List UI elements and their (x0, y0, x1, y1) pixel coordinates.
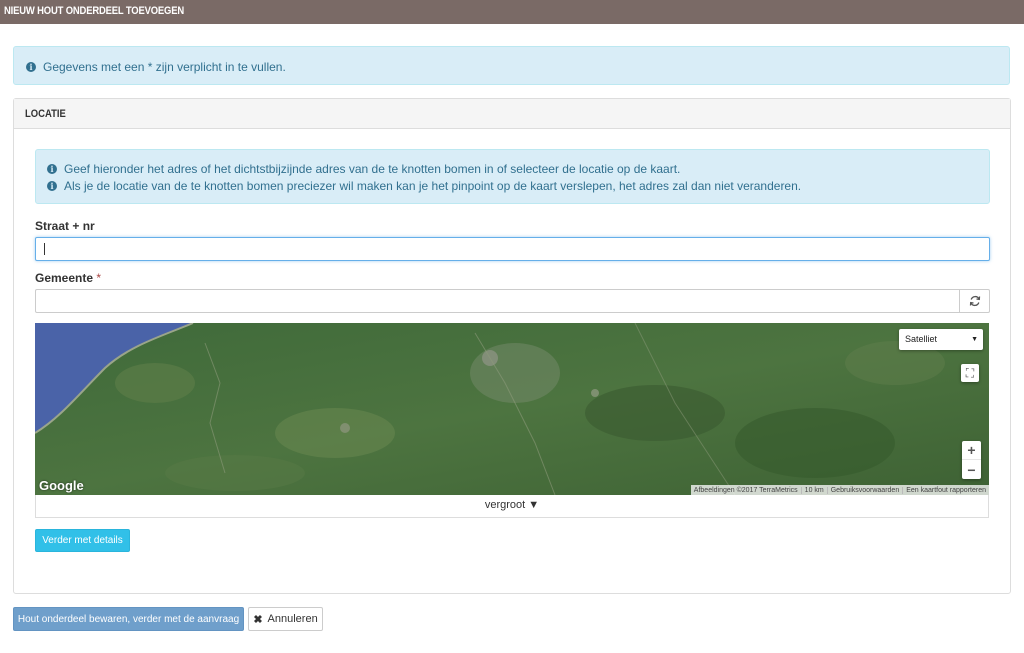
municipality-label-text: Gemeente (35, 271, 94, 285)
street-input[interactable] (35, 237, 990, 261)
info-line-1: Geef hieronder het adres of het dichtstb… (64, 162, 681, 176)
zoom-in-button[interactable]: + (962, 441, 981, 460)
location-panel: LOCATIE i Geef hieronder het adres of he… (13, 98, 1011, 594)
map-expand-toggle[interactable]: vergroot ▼ (35, 495, 989, 518)
location-info-alert: i Geef hieronder het adres of het dichts… (35, 149, 990, 204)
map-attribution: Afbeeldingen ©2017 TerraMetrics 10 km Ge… (690, 485, 989, 495)
cancel-label: Annuleren (267, 613, 318, 625)
required-mark: * (96, 271, 102, 285)
municipality-label: Gemeente * (35, 271, 101, 285)
required-fields-notice: i Gegevens met een * zijn verplicht in t… (13, 46, 1010, 85)
refresh-button[interactable] (960, 289, 990, 313)
attribution-terms-link[interactable]: Gebruiksvoorwaarden (826, 486, 902, 494)
google-logo: Google (39, 478, 84, 493)
save-button[interactable]: Hout onderdeel bewaren, verder met de aa… (13, 607, 244, 631)
notice-text: Gegevens met een * zijn verplicht in te … (43, 60, 286, 74)
map-type-select[interactable]: Satelliet ▼ (899, 329, 983, 350)
street-label: Straat + nr (35, 219, 95, 233)
info-icon: i (47, 164, 57, 174)
fullscreen-button[interactable]: ⛶ (961, 364, 979, 382)
attribution-imagery: Afbeeldingen ©2017 TerraMetrics (693, 486, 798, 494)
panel-title: LOCATIE (25, 108, 66, 120)
location-map[interactable]: Satelliet ▼ ⛶ + − Google Afbeeldingen ©2… (35, 323, 989, 495)
fullscreen-icon: ⛶ (965, 365, 975, 380)
text-caret (44, 243, 45, 255)
municipality-input[interactable] (35, 289, 960, 313)
title-bar: NIEUW HOUT ONDERDEEL TOEVOEGEN (0, 0, 1024, 24)
panel-header: LOCATIE (14, 99, 1010, 129)
chevron-down-icon: ▼ (971, 336, 978, 343)
info-icon: i (47, 181, 57, 191)
zoom-out-button[interactable]: − (962, 460, 981, 479)
page-title: NIEUW HOUT ONDERDEEL TOEVOEGEN (4, 5, 185, 17)
attribution-report-link[interactable]: Een kaartfout rapporteren (902, 486, 989, 494)
satellite-map-image (35, 323, 989, 495)
map-type-value: Satelliet (905, 334, 938, 344)
cancel-button[interactable]: ✖ Annuleren (248, 607, 323, 631)
info-line-2: Als je de locatie van de te knotten bome… (64, 179, 802, 193)
attribution-scale[interactable]: 10 km (800, 486, 827, 494)
close-icon: ✖ (253, 613, 263, 626)
continue-details-button[interactable]: Verder met details (35, 529, 130, 552)
refresh-icon (969, 295, 980, 307)
zoom-control: + − (962, 441, 981, 479)
info-icon: i (26, 62, 36, 72)
